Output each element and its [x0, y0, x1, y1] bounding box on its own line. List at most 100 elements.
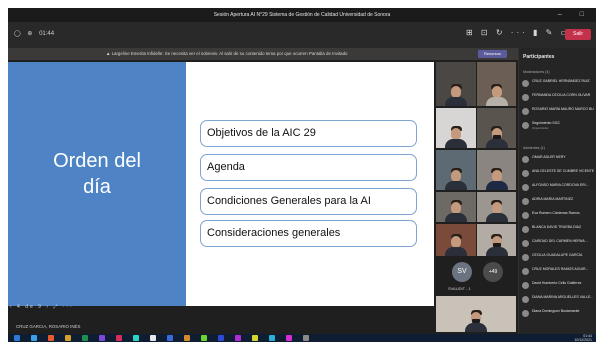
participant-avatar — [522, 310, 529, 317]
toolbar-left: ◯ ⊕ 01:44 — [14, 30, 59, 37]
video-tile[interactable] — [436, 224, 476, 256]
participant-body — [445, 139, 467, 148]
taskbar-app-icon[interactable] — [48, 335, 54, 341]
shield-icon: ⊕ — [27, 31, 33, 37]
participant-avatar — [522, 226, 529, 233]
participant-avatar — [522, 198, 529, 205]
participant-name: ANA CELESTE DE CUMBRE VICENTE... — [532, 169, 594, 173]
participant-row[interactable]: ROSARIO MARÍA MAURO MARCO BU... — [522, 106, 595, 118]
taskbar-clock: 01:44 10/12/2021 — [574, 334, 592, 342]
video-tile[interactable] — [477, 108, 516, 148]
participant-name: ALFONSO MARIA CORDOVA ERI... — [532, 183, 589, 187]
participant-avatar — [522, 282, 529, 289]
participant-row[interactable]: CRUZ MORALES RAMOS AGUIR... — [522, 266, 595, 278]
video-tile[interactable] — [436, 62, 476, 106]
agenda-item: Consideraciones generales — [200, 220, 417, 247]
participant-name: FERNANDA CECILIA CORN OLIVAR — [532, 93, 591, 97]
more-participants-avatar[interactable]: +49 — [483, 262, 503, 282]
participant-row[interactable]: ANA CELESTE DE CUMBRE VICENTE... — [522, 168, 595, 180]
taskbar-app-icon[interactable] — [65, 335, 71, 341]
participant-name: ROSARIO MARÍA MAURO MARCO BU... — [532, 107, 594, 111]
participant-avatar — [522, 80, 529, 87]
taskbar-app-icon[interactable] — [201, 335, 207, 341]
taskbar-app-icon[interactable] — [150, 335, 156, 341]
presenter-label: CRUZ GARCIA, ROSARIO INÉS — [16, 324, 81, 329]
participant-name: BLANCA DAVID TRUEBA DÍAZ — [532, 225, 582, 229]
participant-body — [445, 181, 467, 190]
participant-row[interactable]: CARIDAD DEL CARMEN HERNÁ... — [522, 238, 595, 250]
participant-row[interactable]: David Humberto Celis Gutiérrez — [522, 280, 595, 292]
taskbar-app-icon[interactable] — [286, 335, 292, 341]
participant-avatar — [522, 296, 529, 303]
meeting-tools[interactable]: ⊞ ⊡ ↻ ··· ▮ ✎ ▭ — [466, 28, 571, 37]
participant-avatar — [522, 108, 529, 115]
participant-row[interactable]: Eva Romero Cárdenas Ramos — [522, 210, 595, 222]
presenters-section-label: Moderadores (4) — [523, 70, 550, 74]
taskbar-app-icon[interactable] — [184, 335, 190, 341]
leave-button[interactable]: Salir — [565, 29, 591, 40]
participant-row[interactable]: ADRIA MARIA MARTINEZ — [522, 196, 595, 208]
meeting-timer: 01:44 — [39, 31, 55, 37]
attendees-section-label: Asistentes (1) — [523, 146, 545, 150]
notification-button[interactable]: Recursos — [478, 50, 507, 58]
video-tile[interactable] — [477, 192, 516, 222]
participant-row[interactable]: BLANCA DAVID TRUEBA DÍAZ — [522, 224, 595, 236]
avatar-label: SVAUDIT - 1 — [448, 286, 471, 291]
agenda-item: Condiciones Generales para la AI — [200, 188, 417, 215]
participant-row[interactable]: OMAR ADLER NERY — [522, 154, 595, 166]
participant-avatar — [522, 184, 529, 191]
taskbar-app-icon[interactable] — [218, 335, 224, 341]
taskbar-app-icon[interactable] — [303, 335, 309, 341]
taskbar-app-icon[interactable] — [252, 335, 258, 341]
participant-name: CARIDAD DEL CARMEN HERNÁ... — [532, 239, 588, 243]
taskbar-app-icon[interactable] — [235, 335, 241, 341]
participant-row[interactable]: FERNANDA CECILIA CORN OLIVAR — [522, 92, 595, 104]
self-video-tile[interactable] — [436, 296, 516, 332]
participant-name: CECILIA GUADALUPE GARCÍA — [532, 253, 583, 257]
participant-name: CRUZ GABRIEL HERNÁNDEZ RUIZ — [532, 79, 590, 83]
participant-name: Eva Romero Cárdenas Ramos — [532, 211, 580, 215]
participant-row[interactable]: DIANA MARINA ARGUELLES VALLE... — [522, 294, 595, 306]
participant-row[interactable]: ALFONSO MARIA CORDOVA ERI... — [522, 182, 595, 194]
taskbar-app-icon[interactable] — [31, 335, 37, 341]
participant-avatar — [522, 240, 529, 247]
taskbar-app-icon[interactable] — [167, 335, 173, 341]
notification-message: ▲ Largeline Emerita Infidelle: Se necesi… — [106, 51, 348, 56]
slide-heading: Orden del día — [53, 150, 141, 198]
participant-avatar — [522, 170, 529, 177]
participant-body — [465, 323, 487, 332]
video-tile[interactable] — [477, 224, 516, 256]
taskbar-app-icon[interactable] — [14, 335, 20, 341]
taskbar-app-icon[interactable] — [133, 335, 139, 341]
video-tile[interactable] — [477, 150, 516, 190]
participant-name: CRUZ MORALES RAMOS AGUIR... — [532, 267, 589, 271]
video-tile[interactable] — [477, 62, 516, 106]
video-tile[interactable] — [436, 108, 476, 148]
participant-name: Diana Dominguez Bustamante — [532, 309, 580, 313]
participants-title: Participantes — [523, 54, 555, 60]
participant-body — [445, 213, 467, 222]
taskbar-app-icon[interactable] — [99, 335, 105, 341]
taskbar-app-icon[interactable] — [82, 335, 88, 341]
participant-name: ADRIA MARIA MARTINEZ — [532, 197, 574, 201]
participant-avatar[interactable]: SV — [452, 262, 472, 282]
participant-row[interactable]: Diana Dominguez Bustamante — [522, 308, 595, 320]
status-icon: ◯ — [14, 31, 21, 37]
participant-avatar — [522, 212, 529, 219]
taskbar-app-icon[interactable] — [269, 335, 275, 341]
window-controls[interactable]: – □ — [558, 8, 592, 22]
participant-name: OMAR ADLER NERY — [532, 155, 566, 159]
participant-row[interactable]: CRUZ GABRIEL HERNÁNDEZ RUIZ — [522, 78, 595, 90]
participant-name: DIANA MARINA ARGUELLES VALLE... — [532, 295, 594, 299]
slide-navigation[interactable]: ‹ 4 de 9 › ⤢ ··· — [10, 304, 74, 310]
participant-body — [445, 97, 467, 106]
participant-name: David Humberto Celis Gutiérrez — [532, 281, 582, 285]
participant-row[interactable]: CECILIA GUADALUPE GARCÍA — [522, 252, 595, 264]
notification-bar: ▲ Largeline Emerita Infidelle: Se necesi… — [8, 48, 518, 60]
participant-body — [485, 181, 508, 190]
participant-row[interactable]: Seguimiento SGC Organizador — [522, 120, 595, 132]
video-tile[interactable] — [436, 150, 476, 190]
taskbar-app-icon[interactable] — [116, 335, 122, 341]
participant-role: Organizador — [532, 126, 549, 130]
video-tile[interactable] — [436, 192, 476, 222]
